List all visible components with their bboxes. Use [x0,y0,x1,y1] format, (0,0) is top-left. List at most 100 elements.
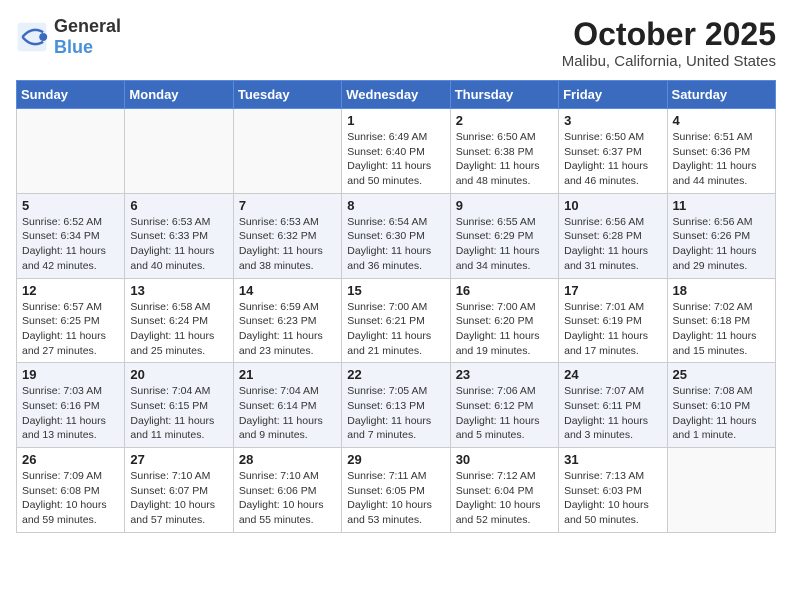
day-number: 24 [564,367,661,382]
day-info: Sunrise: 6:49 AM Sunset: 6:40 PM Dayligh… [347,130,444,189]
calendar-cell: 14 Sunrise: 6:59 AM Sunset: 6:23 PM Dayli… [233,278,341,363]
calendar-cell: 5 Sunrise: 6:52 AM Sunset: 6:34 PM Daylig… [17,193,125,278]
logo-line2: Blue [54,37,121,58]
calendar-cell: 8 Sunrise: 6:54 AM Sunset: 6:30 PM Daylig… [342,193,450,278]
calendar-cell: 1 Sunrise: 6:49 AM Sunset: 6:40 PM Daylig… [342,109,450,194]
page-title: October 2025 [562,16,776,53]
calendar-cell: 18 Sunrise: 7:02 AM Sunset: 6:18 PM Dayli… [667,278,775,363]
calendar-cell: 3 Sunrise: 6:50 AM Sunset: 6:37 PM Daylig… [559,109,667,194]
calendar-cell: 24 Sunrise: 7:07 AM Sunset: 6:11 PM Dayli… [559,363,667,448]
calendar-cell: 9Sunrise: 6:55 AM Sunset: 6:29 PM Daylig… [450,193,558,278]
logo-icon [16,21,48,53]
calendar-table: SundayMondayTuesdayWednesdayThursdayFrid… [16,80,776,533]
calendar-cell: 7Sunrise: 6:53 AM Sunset: 6:32 PM Daylig… [233,193,341,278]
calendar-cell: 29 Sunrise: 7:11 AM Sunset: 6:05 PM Dayli… [342,448,450,533]
weekday-header-monday: Monday [125,81,233,109]
logo-text: General Blue [54,16,121,58]
calendar-cell: 12 Sunrise: 6:57 AM Sunset: 6:25 PM Dayli… [17,278,125,363]
calendar-cell: 31 Sunrise: 7:13 AM Sunset: 6:03 PM Dayli… [559,448,667,533]
day-info: Sunrise: 7:13 AM Sunset: 6:03 PM Dayligh… [564,469,661,528]
weekday-header-row: SundayMondayTuesdayWednesdayThursdayFrid… [17,81,776,109]
day-info: Sunrise: 6:52 AM Sunset: 6:34 PM Dayligh… [22,215,119,274]
page-subtitle: Malibu, California, United States [562,53,776,70]
calendar-cell: 11 Sunrise: 6:56 AM Sunset: 6:26 PM Dayli… [667,193,775,278]
calendar-cell: 4Sunrise: 6:51 AM Sunset: 6:36 PM Daylig… [667,109,775,194]
day-number: 6 [130,198,227,213]
day-number: 20 [130,367,227,382]
logo: General Blue [16,16,121,58]
calendar-cell: 17 Sunrise: 7:01 AM Sunset: 6:19 PM Dayli… [559,278,667,363]
day-info: Sunrise: 6:54 AM Sunset: 6:30 PM Dayligh… [347,215,444,274]
day-info: Sunrise: 7:11 AM Sunset: 6:05 PM Dayligh… [347,469,444,528]
day-info: Sunrise: 7:00 AM Sunset: 6:21 PM Dayligh… [347,300,444,359]
page-header: General Blue October 2025 Malibu, Califo… [16,16,776,70]
weekday-header-sunday: Sunday [17,81,125,109]
calendar-cell: 21Sunrise: 7:04 AM Sunset: 6:14 PM Dayli… [233,363,341,448]
calendar-cell [233,109,341,194]
day-number: 31 [564,452,661,467]
weekday-header-friday: Friday [559,81,667,109]
day-number: 12 [22,283,119,298]
calendar-cell: 13Sunrise: 6:58 AM Sunset: 6:24 PM Dayli… [125,278,233,363]
weekday-header-tuesday: Tuesday [233,81,341,109]
day-number: 4 [673,113,770,128]
day-number: 11 [673,198,770,213]
day-number: 13 [130,283,227,298]
day-number: 25 [673,367,770,382]
day-info: Sunrise: 6:56 AM Sunset: 6:26 PM Dayligh… [673,215,770,274]
day-number: 1 [347,113,444,128]
day-info: Sunrise: 6:56 AM Sunset: 6:28 PM Dayligh… [564,215,661,274]
calendar-week-row: 12 Sunrise: 6:57 AM Sunset: 6:25 PM Dayli… [17,278,776,363]
day-info: Sunrise: 7:04 AM Sunset: 6:14 PM Dayligh… [239,384,336,443]
day-info: Sunrise: 7:03 AM Sunset: 6:16 PM Dayligh… [22,384,119,443]
day-number: 17 [564,283,661,298]
weekday-header-wednesday: Wednesday [342,81,450,109]
day-number: 16 [456,283,553,298]
day-info: Sunrise: 7:01 AM Sunset: 6:19 PM Dayligh… [564,300,661,359]
day-number: 29 [347,452,444,467]
calendar-cell [17,109,125,194]
day-number: 15 [347,283,444,298]
calendar-cell: 15 Sunrise: 7:00 AM Sunset: 6:21 PM Dayli… [342,278,450,363]
day-info: Sunrise: 6:57 AM Sunset: 6:25 PM Dayligh… [22,300,119,359]
day-info: Sunrise: 7:07 AM Sunset: 6:11 PM Dayligh… [564,384,661,443]
weekday-header-thursday: Thursday [450,81,558,109]
calendar-cell: 16 Sunrise: 7:00 AM Sunset: 6:20 PM Dayli… [450,278,558,363]
calendar-week-row: 5 Sunrise: 6:52 AM Sunset: 6:34 PM Daylig… [17,193,776,278]
day-number: 3 [564,113,661,128]
day-info: Sunrise: 7:00 AM Sunset: 6:20 PM Dayligh… [456,300,553,359]
day-number: 7 [239,198,336,213]
calendar-cell [667,448,775,533]
day-info: Sunrise: 7:02 AM Sunset: 6:18 PM Dayligh… [673,300,770,359]
calendar-week-row: 1 Sunrise: 6:49 AM Sunset: 6:40 PM Daylig… [17,109,776,194]
day-number: 22 [347,367,444,382]
day-number: 14 [239,283,336,298]
day-number: 18 [673,283,770,298]
day-number: 2 [456,113,553,128]
calendar-cell: 27Sunrise: 7:10 AM Sunset: 6:07 PM Dayli… [125,448,233,533]
calendar-cell: 25Sunrise: 7:08 AM Sunset: 6:10 PM Dayli… [667,363,775,448]
day-info: Sunrise: 7:06 AM Sunset: 6:12 PM Dayligh… [456,384,553,443]
day-number: 5 [22,198,119,213]
title-block: October 2025 Malibu, California, United … [562,16,776,70]
day-number: 8 [347,198,444,213]
day-info: Sunrise: 7:04 AM Sunset: 6:15 PM Dayligh… [130,384,227,443]
day-info: Sunrise: 6:50 AM Sunset: 6:38 PM Dayligh… [456,130,553,189]
day-info: Sunrise: 7:12 AM Sunset: 6:04 PM Dayligh… [456,469,553,528]
calendar-cell: 23 Sunrise: 7:06 AM Sunset: 6:12 PM Dayli… [450,363,558,448]
calendar-cell: 26Sunrise: 7:09 AM Sunset: 6:08 PM Dayli… [17,448,125,533]
day-info: Sunrise: 7:10 AM Sunset: 6:07 PM Dayligh… [130,469,227,528]
day-info: Sunrise: 6:59 AM Sunset: 6:23 PM Dayligh… [239,300,336,359]
day-info: Sunrise: 6:53 AM Sunset: 6:33 PM Dayligh… [130,215,227,274]
day-info: Sunrise: 6:55 AM Sunset: 6:29 PM Dayligh… [456,215,553,274]
day-number: 23 [456,367,553,382]
calendar-cell: 19Sunrise: 7:03 AM Sunset: 6:16 PM Dayli… [17,363,125,448]
weekday-header-saturday: Saturday [667,81,775,109]
calendar-cell: 30Sunrise: 7:12 AM Sunset: 6:04 PM Dayli… [450,448,558,533]
calendar-cell: 10Sunrise: 6:56 AM Sunset: 6:28 PM Dayli… [559,193,667,278]
day-number: 26 [22,452,119,467]
calendar-cell: 28Sunrise: 7:10 AM Sunset: 6:06 PM Dayli… [233,448,341,533]
logo-line1: General [54,16,121,37]
calendar-week-row: 26Sunrise: 7:09 AM Sunset: 6:08 PM Dayli… [17,448,776,533]
day-info: Sunrise: 6:50 AM Sunset: 6:37 PM Dayligh… [564,130,661,189]
